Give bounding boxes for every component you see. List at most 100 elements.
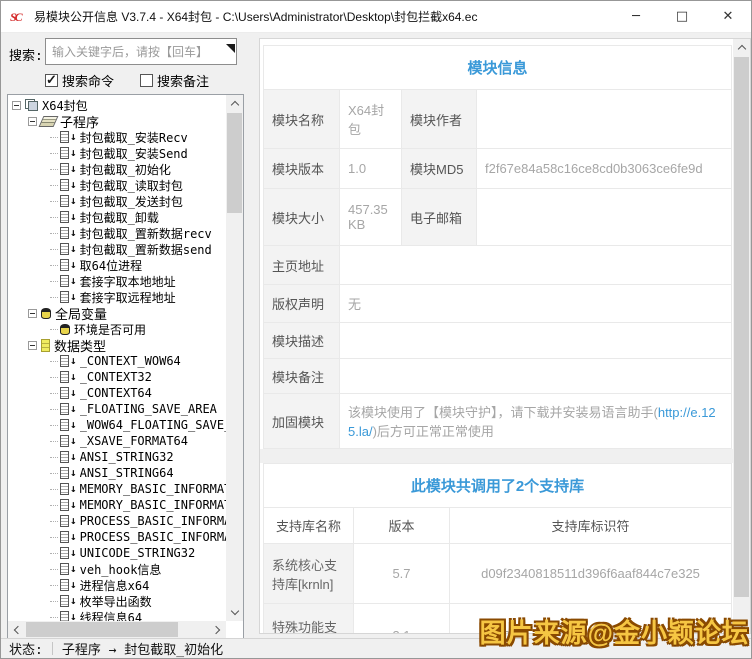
down-arrow-icon: ↓ [70,226,77,239]
tree-item[interactable]: 数据类型 [8,337,226,355]
doc-icon [60,259,69,271]
minimize-button[interactable]: ─ [613,1,659,33]
tree-item[interactable]: ↓ 封包截取_读取封包 [8,177,226,193]
expander-minus-icon[interactable] [28,308,37,318]
tree-item[interactable]: ↓ _CONTEXT64 [8,385,226,401]
search-input[interactable] [46,39,236,64]
tree-item[interactable]: ↓ _XSAVE_FORMAT64 [8,433,226,449]
scroll-down-button[interactable] [226,604,243,621]
tree-connector [50,600,58,602]
scroll-up-button[interactable] [226,95,243,112]
tree-connector [50,328,58,330]
tree-item[interactable]: ↓PROCESS_BASIC_INFORMATION [8,529,226,545]
tree-item[interactable]: ↓ 进程信息x64 [8,577,226,593]
tree-item[interactable]: ↓_WOW64_FLOATING_SAVE_AREA [8,417,226,433]
tree-item-label: ANSI_STRING64 [79,466,174,480]
field-label: 模块版本 [264,149,340,188]
tree-item[interactable]: ↓ 枚举导出函数 [8,593,226,609]
scroll-up-button[interactable] [733,39,750,56]
tree-item[interactable]: ↓ 封包截取_初始化 [8,161,226,177]
tree-item[interactable]: ↓MEMORY_BASIC_INFORMATION6 [8,497,226,513]
tree-item[interactable]: ↓ _FLOATING_SAVE_AREA [8,401,226,417]
window-controls: ─ □ ✕ [613,1,751,33]
tree-item-label: 封包截取_置新数据recv [79,226,212,241]
tree-item[interactable]: ↓ UNICODE_STRING32 [8,545,226,561]
tree-connector [50,216,58,218]
tree-item[interactable]: ↓ 封包截取_置新数据recv [8,225,226,241]
tree-item[interactable]: ↓ veh_hook信息 [8,561,226,577]
scroll-left-button[interactable] [8,621,25,638]
expander-minus-icon[interactable] [28,116,37,126]
tree-item[interactable]: ↓ ANSI_STRING32 [8,449,226,465]
tree-item[interactable]: ↓ 套接字取远程地址 [8,289,226,305]
tree-connector [50,280,58,282]
tree-item[interactable]: ↓ 封包截取_安装Send [8,145,226,161]
tree-item[interactable]: ↓ _CONTEXT32 [8,369,226,385]
tree-item[interactable]: ↓ 封包截取_置新数据send [8,241,226,257]
doc-icon [60,483,69,495]
down-arrow-icon: ↓ [70,578,77,591]
window-title: 易模块公开信息 V3.7.4 - X64封包 - C:\Users\Admini… [34,10,478,24]
tree-item[interactable]: 全局变量 [8,305,226,323]
field-value: 无 [348,297,362,312]
maximize-button[interactable]: □ [659,1,705,33]
field-label: 模块作者 [402,90,477,148]
checkbox-icon [45,72,58,88]
scrollbar-thumb[interactable] [26,622,178,637]
tree-item[interactable]: ↓ _CONTEXT_WOW64 [8,353,226,369]
tree-item[interactable]: ↓ 封包截取_卸载 [8,209,226,225]
tree-item[interactable]: ↓ 封包截取_安装Recv [8,129,226,145]
tree-item[interactable]: ↓ 套接字取本地地址 [8,273,226,289]
close-button[interactable]: ✕ [705,1,751,33]
checkbox-search-comment[interactable]: 搜索备注 [140,71,209,90]
field-value: f2f67e84a58c16ce8cd0b3063ce6fe9d [485,161,703,176]
expander-minus-icon[interactable] [28,340,37,350]
tree-item[interactable]: 子程序 [8,113,226,131]
tree-connector [50,168,58,170]
maximize-icon: □ [675,9,689,24]
checkbox-search-command[interactable]: 搜索命令 [45,71,114,90]
tree-item[interactable]: ↓ ANSI_STRING64 [8,465,226,481]
down-arrow-icon: ↓ [70,162,77,175]
down-arrow-icon: ↓ [70,210,77,223]
module-info-row: 版权声明无 [264,284,731,322]
tree-item[interactable]: ↓ 取64位进程 [8,257,226,273]
checkbox-icon [140,74,154,87]
tree-vertical-scrollbar[interactable] [226,95,243,621]
tree-item[interactable]: X64封包 [8,97,226,113]
down-arrow-icon: ↓ [70,258,77,271]
search-box [45,38,237,65]
expander-minus-icon[interactable] [12,100,21,110]
chevron-up-icon [737,44,746,54]
doc-icon [60,547,69,559]
down-arrow-icon: ↓ [70,146,77,159]
tree-item[interactable]: 环境是否可用 [8,321,226,337]
app-window: SC 易模块公开信息 V3.7.4 - X64封包 - C:\Users\Adm… [0,0,752,659]
tree-item[interactable]: ↓ 线程信息64 [8,609,226,621]
doc-icon [60,179,69,191]
module-info-rows: 模块名称 X64封包 模块作者 模块版本 1.0 模块MD5 f2f67e84a58c16c… [264,90,731,448]
down-arrow-icon: ↓ [70,194,77,207]
tree-horizontal-scrollbar[interactable] [8,621,226,638]
module-info-row: 模块备注 [264,358,731,393]
column-header: 支持库标识符 [450,508,731,543]
search-options: 搜索命令 搜索备注 [45,71,209,90]
support-libs-title: 此模块共调用了2个支持库 [264,464,731,508]
tree-item-label: 枚举导出函数 [79,594,152,609]
tree-item-label: 封包截取_初始化 [79,162,171,177]
tree-item[interactable]: ↓ 封包截取_发送封包 [8,193,226,209]
doc-icon [60,531,69,543]
scroll-right-button[interactable] [209,621,226,638]
doc-icon [60,371,69,383]
tree-item[interactable]: ↓MEMORY_BASIC_INFORMATION3 [8,481,226,497]
tree-connector [50,488,58,490]
tree-item[interactable]: ↓PROCESS_BASIC_INFORMATION [8,513,226,529]
scrollbar-thumb[interactable] [734,57,749,597]
down-arrow-icon: ↓ [70,514,77,527]
status-separator [51,642,53,655]
down-arrow-icon: ↓ [70,242,77,255]
scrollbar-thumb[interactable] [227,113,242,213]
panel-vertical-scrollbar[interactable] [733,39,750,633]
tree-item-label: 进程信息x64 [79,578,150,593]
doc-icon [60,243,69,255]
